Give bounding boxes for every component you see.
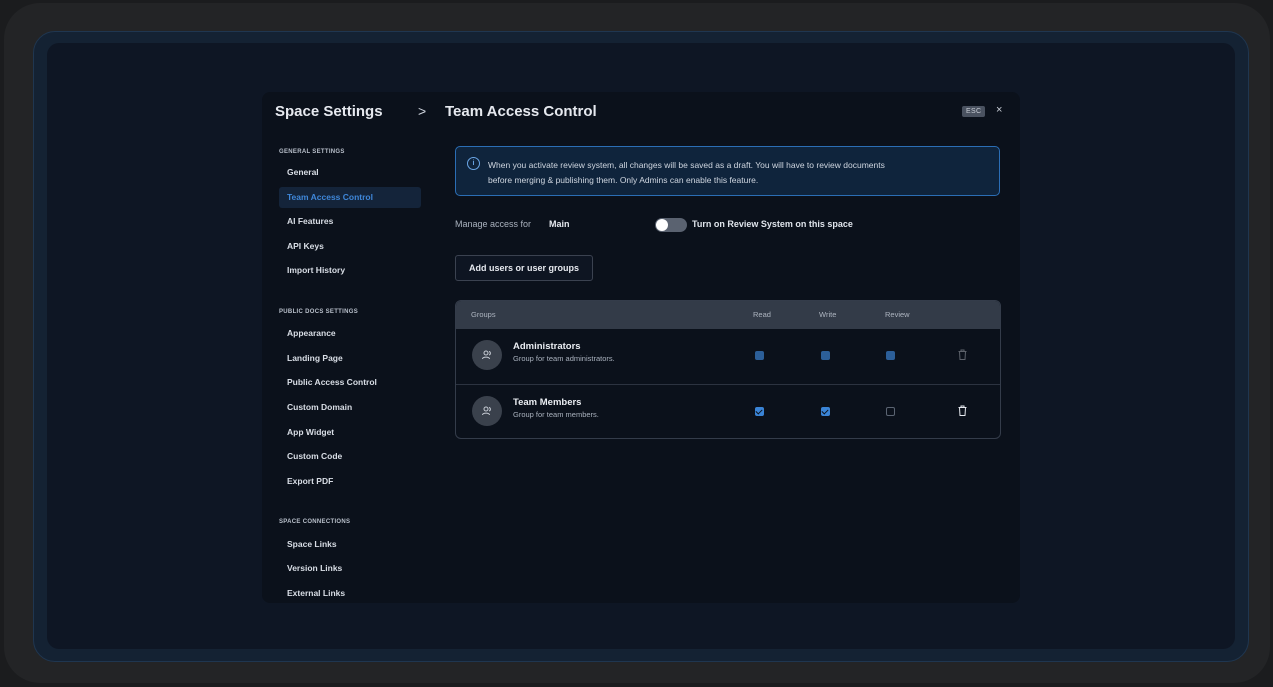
column-header-groups: Groups — [471, 310, 496, 319]
column-header-read: Read — [753, 310, 771, 319]
section-label-space-connections: SPACE CONNECTIONS — [279, 519, 351, 525]
sidebar-item-public-access-control[interactable]: Public Access Control — [279, 372, 421, 393]
group-avatar — [472, 396, 502, 426]
table-row: Team Members Group for team members. — [456, 385, 1000, 438]
section-label-general: GENERAL SETTINGS — [279, 149, 345, 155]
info-text-line-2: before merging & publishing them. Only A… — [488, 175, 759, 185]
sidebar-item-appearance[interactable]: Appearance — [279, 323, 421, 344]
sidebar-item-custom-code[interactable]: Custom Code — [279, 446, 421, 467]
add-users-button[interactable]: Add users or user groups — [455, 255, 593, 281]
sidebar-item-custom-domain[interactable]: Custom Domain — [279, 397, 421, 418]
review-checkbox[interactable] — [886, 351, 895, 360]
group-name: Administrators — [513, 341, 581, 352]
sidebar-item-version-links[interactable]: Version Links — [279, 558, 421, 579]
sidebar-item-api-keys[interactable]: API Keys — [279, 236, 421, 257]
sidebar-item-space-links[interactable]: Space Links — [279, 534, 421, 555]
info-icon: i — [467, 157, 480, 170]
section-label-public-docs: PUBLIC DOCS SETTINGS — [279, 309, 359, 315]
column-header-review: Review — [885, 310, 910, 319]
info-text: When you activate review system, all cha… — [488, 158, 993, 188]
group-description: Group for team members. — [513, 410, 599, 419]
info-text-line-1: When you activate review system, all cha… — [488, 160, 885, 170]
trash-icon[interactable] — [958, 405, 967, 416]
trash-icon[interactable] — [958, 349, 967, 360]
column-header-write: Write — [819, 310, 837, 319]
read-checkbox[interactable] — [755, 407, 764, 416]
group-description: Group for team administrators. — [513, 354, 615, 363]
table-row: Administrators Group for team administra… — [456, 329, 1000, 385]
group-name: Team Members — [513, 397, 582, 408]
toggle-knob — [656, 219, 668, 231]
sidebar-item-external-links[interactable]: External Links — [279, 583, 421, 603]
sidebar-item-app-widget[interactable]: App Widget — [279, 422, 421, 443]
write-checkbox[interactable] — [821, 351, 830, 360]
write-checkbox[interactable] — [821, 407, 830, 416]
review-info-banner: i When you activate review system, all c… — [455, 146, 1000, 196]
table-header: Groups Read Write Review — [456, 301, 1000, 329]
sidebar-item-landing-page[interactable]: Landing Page — [279, 348, 421, 369]
read-checkbox[interactable] — [755, 351, 764, 360]
review-system-toggle-label: Turn on Review System on this space — [692, 219, 853, 229]
sidebar-item-team-access-control[interactable]: Team Access Control — [279, 187, 421, 208]
review-checkbox[interactable] — [886, 407, 895, 416]
manage-access-label: Manage access for — [455, 219, 532, 229]
sidebar-item-import-history[interactable]: Import History — [279, 260, 421, 281]
review-system-toggle[interactable] — [655, 218, 687, 232]
settings-sidebar: GENERAL SETTINGS General Team Access Con… — [262, 92, 432, 603]
page-title: Team Access Control — [445, 103, 597, 120]
sidebar-item-ai-features[interactable]: AI Features — [279, 211, 421, 232]
close-icon[interactable]: × — [996, 104, 1002, 116]
users-icon — [482, 406, 491, 416]
sidebar-item-general[interactable]: General — [279, 162, 421, 183]
groups-table: Groups Read Write Review Administrators … — [455, 300, 1001, 439]
users-icon — [482, 350, 491, 360]
sidebar-item-export-pdf[interactable]: Export PDF — [279, 471, 421, 492]
manage-access-space[interactable]: Main — [549, 219, 570, 229]
group-avatar — [472, 340, 502, 370]
settings-modal: Space Settings > Team Access Control ESC… — [262, 92, 1020, 603]
esc-key-hint: ESC — [962, 106, 986, 117]
